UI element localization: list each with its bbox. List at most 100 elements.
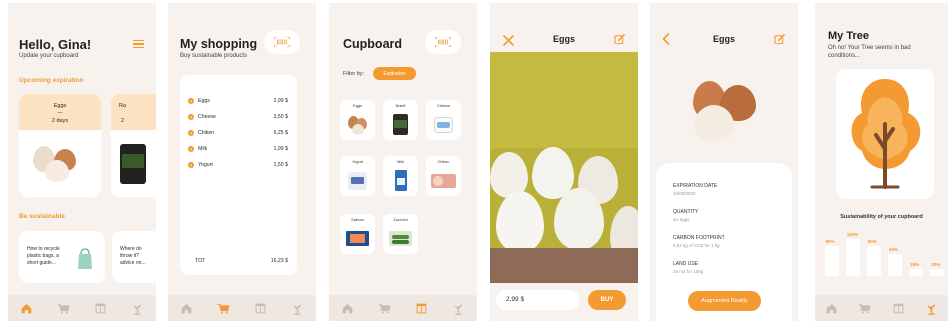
total-row: TOT 16,23 $ <box>195 257 288 265</box>
cupboard-icon[interactable] <box>892 302 905 315</box>
item-name: Yogurt <box>198 162 213 168</box>
tree-icon[interactable] <box>131 302 144 315</box>
expiration-card-eggs[interactable]: Eggs — 2 days <box>19 94 101 197</box>
cart-icon[interactable] <box>378 302 391 315</box>
list-item[interactable]: ! Milk 1,99 $ <box>188 145 288 153</box>
cheese-tub-image <box>434 117 453 133</box>
item-name: Chiken <box>198 130 215 136</box>
alert-icon: ! <box>188 98 194 104</box>
cupboard-tile-zucchini[interactable]: Zucchini <box>383 214 418 254</box>
filter-label: Filter by: <box>343 71 365 77</box>
chart-value-label: 80% <box>867 239 877 245</box>
shopping-title: My shopping <box>180 37 258 51</box>
tree-icon[interactable] <box>291 302 304 315</box>
egg-image <box>694 105 734 141</box>
cupboard-icon[interactable] <box>94 302 107 315</box>
cart-icon[interactable] <box>57 302 70 315</box>
cupboard-tile-yogurt[interactable]: Yogurt <box>340 156 375 196</box>
detail-value: six eggs <box>673 217 690 222</box>
cart-icon[interactable] <box>858 302 871 315</box>
item-price: 1,99 $ <box>273 146 288 152</box>
expiration-card-second[interactable]: Ra 2 <box>111 94 156 197</box>
cupboard-tile-milk[interactable]: Milk <box>383 156 418 196</box>
section-be-sustainable: Be sustainable <box>19 213 65 220</box>
price-field: 2,99 $ <box>496 290 579 310</box>
home-icon[interactable] <box>341 302 354 315</box>
total-label: TOT <box>195 258 206 264</box>
home-icon[interactable] <box>20 302 33 315</box>
egg-image <box>352 124 364 135</box>
detail-label: CARBON FOOTPRINT <box>673 235 725 241</box>
chart-value-label: 20% <box>931 261 941 267</box>
cupboard-tile-cheese[interactable]: Cheese <box>426 100 461 140</box>
item-price: 6,25 $ <box>273 130 288 136</box>
tip-card-where[interactable]: Where do throw it? advice on... <box>112 231 156 283</box>
expiration-days: 2 <box>121 118 125 124</box>
augmented-reality-button[interactable]: Augmented Reality <box>688 291 761 311</box>
item-price: 3,50 $ <box>273 114 288 120</box>
detail-label: QUANTITY <box>673 209 699 215</box>
tip-card-recycle[interactable]: How to recycle plastic bags, a short gui… <box>19 231 105 283</box>
tile-label: Zucchini <box>393 218 408 222</box>
cupboard-icon[interactable] <box>415 302 428 315</box>
list-item[interactable]: ! Yogurt 1,50 $ <box>188 161 288 169</box>
chart-bar <box>888 253 903 276</box>
alert-icon: ! <box>188 114 194 120</box>
home-icon[interactable] <box>180 302 193 315</box>
tree-illustration-icon <box>851 79 921 189</box>
chart-bar <box>909 268 924 276</box>
cupboard-tile-salmon[interactable]: Salmon <box>340 214 375 254</box>
cupboard-tile-chicken[interactable]: Chiken <box>426 156 461 196</box>
item-price: 2,99 $ <box>273 98 288 104</box>
tip-text: Where do throw it? advice on... <box>120 246 146 266</box>
bottom-nav <box>815 295 948 321</box>
tree-title: My Tree <box>828 30 869 42</box>
edit-icon[interactable] <box>614 32 625 45</box>
cupboard-tile-eggs[interactable]: Eggs <box>340 100 375 140</box>
detail-value: 15/09/2020 <box>673 191 696 196</box>
chart-bar <box>845 239 860 276</box>
tip-text: How to recycle plastic bags, a short gui… <box>27 246 60 266</box>
tree-icon[interactable] <box>925 302 938 315</box>
expiration-days: 2 days <box>51 118 69 124</box>
barcode-scan-button[interactable] <box>264 30 300 54</box>
tile-label: Yogurt <box>352 160 363 164</box>
product-jar-image <box>120 144 146 184</box>
chart-bar <box>824 246 839 276</box>
list-item[interactable]: ! Eggs 2,99 $ <box>188 97 288 105</box>
filter-expiration-chip[interactable]: Expiration <box>373 67 416 80</box>
list-item[interactable]: ! Chiken 6,25 $ <box>188 129 288 137</box>
greeting-subtitle: Update your cupboard <box>19 53 79 59</box>
buy-button[interactable]: BUY <box>588 290 626 310</box>
product-buy-screen: Eggs 2,99 $ BUY <box>490 3 638 321</box>
yogurt-image <box>348 172 367 190</box>
cupboard-tile-nutella[interactable]: Nutell <box>383 100 418 140</box>
cart-icon[interactable] <box>217 302 230 315</box>
edit-icon[interactable] <box>774 32 785 45</box>
barcode-icon <box>435 37 451 47</box>
product-details-card: EXPIRATION DATE 15/09/2020 QUANTITY six … <box>656 163 792 321</box>
tile-label: Salmon <box>351 218 364 222</box>
home-icon[interactable] <box>825 302 838 315</box>
chicken-pack-image <box>431 174 456 188</box>
salmon-pack-image <box>346 231 369 246</box>
cupboard-icon[interactable] <box>254 302 267 315</box>
tile-label: Nutell <box>395 104 406 108</box>
egg-image <box>45 160 69 182</box>
expiration-item-name: Eggs <box>53 103 67 109</box>
expiration-item-name: Ra <box>119 103 127 109</box>
egg-image <box>554 188 604 250</box>
item-name: Milk <box>198 146 208 152</box>
shopping-list-card: ! Eggs 2,99 $ ! Cheese 3,50 $ ! Chiken 6… <box>180 75 297 275</box>
menu-icon[interactable] <box>133 40 144 48</box>
tree-screen: My Tree Oh no! Your Tree seems in bad co… <box>815 3 948 321</box>
tile-label: Eggs <box>353 104 362 108</box>
detail-value: 0,04 kg of CO2 for 1 kg <box>673 243 720 248</box>
barcode-scan-button[interactable] <box>425 30 461 54</box>
item-price: 1,50 $ <box>273 162 288 168</box>
cupboard-title: Cupboard <box>343 37 403 51</box>
list-item[interactable]: ! Cheese 3,50 $ <box>188 113 288 121</box>
tree-icon[interactable] <box>452 302 465 315</box>
cupboard-screen: Cupboard Filter by: Expiration Eggs Nute… <box>329 3 477 321</box>
barcode-icon <box>274 37 290 47</box>
